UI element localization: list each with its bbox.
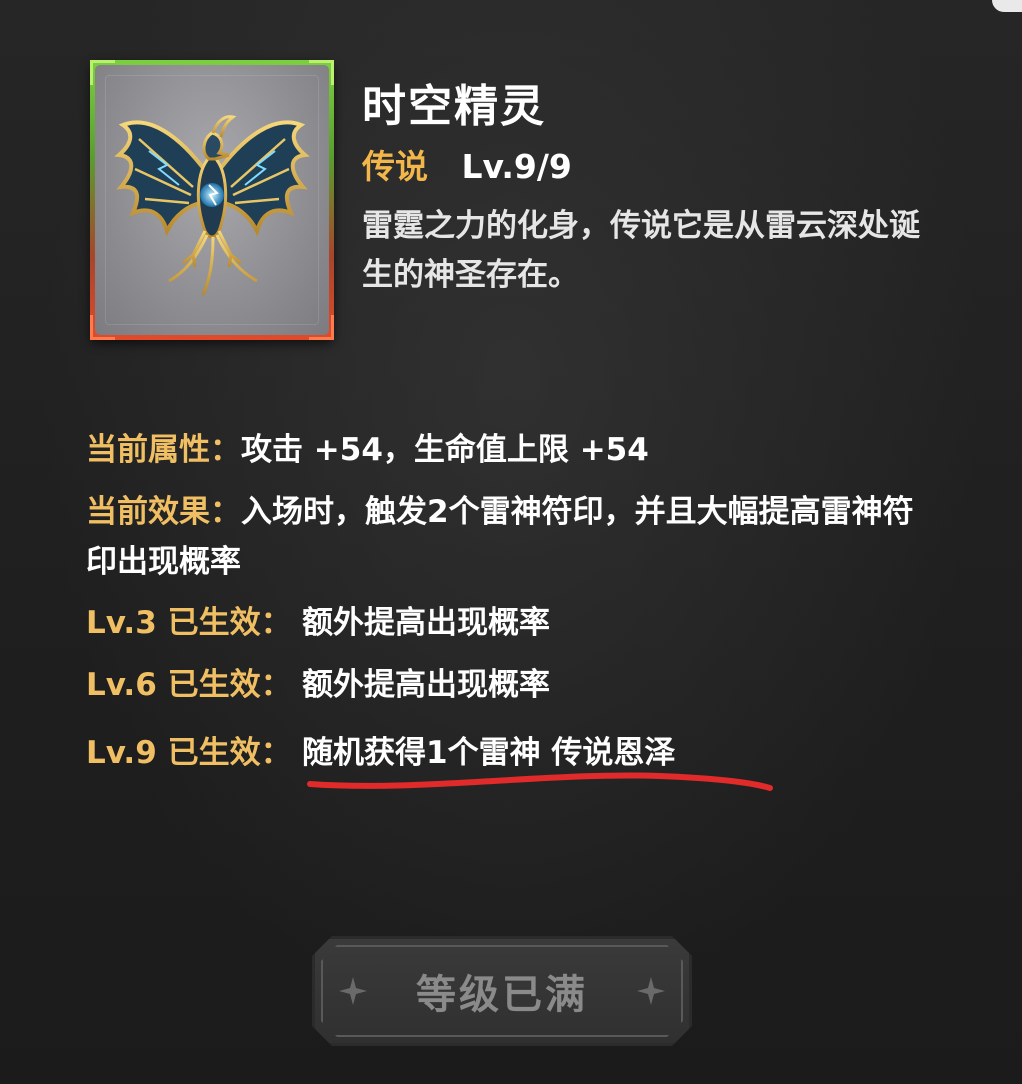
item-name: 时空精灵 — [362, 81, 546, 132]
attribute-label: Lv.3 已生效： — [86, 605, 292, 641]
red-underline-annotation — [307, 772, 773, 791]
thunder-phoenix-icon — [114, 115, 310, 296]
attribute-row-lv6: Lv.6 已生效： 额外提高出现概率 — [86, 660, 936, 710]
attribute-label: 当前属性： — [86, 432, 241, 468]
attribute-value: 额外提高出现概率 — [302, 605, 550, 641]
max-level-button-label: 等级已满 — [416, 971, 588, 1018]
attribute-value: 攻击 +54，生命值上限 +54 — [241, 432, 649, 468]
card-corner-top-left — [90, 60, 115, 85]
rarity-label: 传说 — [362, 147, 428, 186]
level-label: Lv.9/9 — [461, 147, 572, 186]
item-description: 雷霆之力的化身，传说它是从雷云深处诞生的神圣存在。 — [362, 208, 920, 293]
attribute-value: 额外提高出现概率 — [302, 667, 550, 703]
attribute-label: Lv.6 已生效： — [86, 667, 292, 703]
card-corner-top-right — [309, 60, 334, 85]
attribute-row-lv3: Lv.3 已生效： 额外提高出现概率 — [86, 598, 936, 648]
attribute-row-current-stats: 当前属性：攻击 +54，生命值上限 +54 — [86, 425, 936, 475]
card-corner-bottom-left — [90, 315, 115, 340]
item-card — [90, 60, 334, 340]
attribute-label: Lv.9 已生效： — [86, 735, 292, 771]
item-card-inner — [95, 65, 329, 335]
sparkle-icon — [637, 977, 665, 1005]
sparkle-icon — [339, 977, 367, 1005]
max-level-button[interactable]: 等级已满 — [312, 936, 692, 1046]
attribute-row-current-effect: 当前效果：入场时，触发2个雷神符印，并且大幅提高雷神符印出现概率 — [86, 487, 936, 587]
rarity-level-row: 传说 Lv.9/9 — [362, 140, 572, 188]
attribute-label: 当前效果： — [86, 494, 241, 530]
card-corner-bottom-right — [309, 315, 334, 340]
